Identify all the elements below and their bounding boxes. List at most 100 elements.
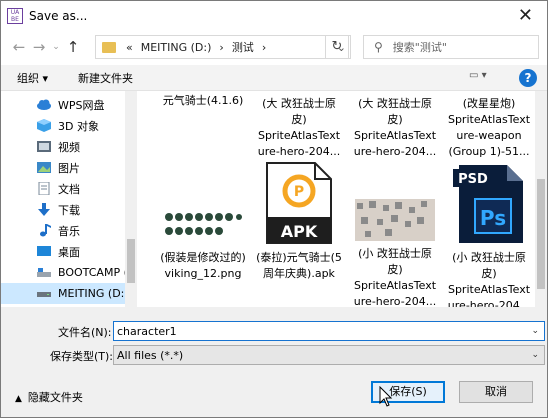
chevron-up-icon: ▲: [15, 394, 22, 404]
search-icon: ⚲: [374, 40, 383, 54]
filetype-select[interactable]: All files (*.*) ⌄: [113, 345, 545, 365]
sidebar-item-label: 视频: [58, 140, 80, 154]
sidebar-item-pictures[interactable]: 图片: [1, 157, 127, 178]
help-icon[interactable]: ?: [519, 69, 537, 87]
file-item[interactable]: (改星星炮) SpriteAtlasText ure-weapon (Group…: [443, 96, 535, 160]
file-item[interactable]: (假装是修改过的) viking_12.png: [157, 209, 249, 282]
address-bar[interactable]: « MEITING (D:) › 测试 › ⌄: [95, 35, 351, 59]
breadcrumb-separator[interactable]: ›: [219, 41, 223, 54]
sidebar-item-label: MEITING (D:): [58, 287, 125, 300]
file-name-line: (大 改狂战士原: [262, 97, 336, 110]
search-placeholder[interactable]: 搜索"测试": [393, 39, 447, 55]
sprite-atlas-thumbnail-icon: [355, 199, 435, 241]
sidebar-item-meiting-drive[interactable]: MEITING (D:): [1, 283, 125, 304]
up-arrow-icon[interactable]: ↑: [63, 38, 83, 56]
drive-icon: [37, 292, 51, 297]
close-button[interactable]: ✕: [518, 5, 533, 26]
file-list-scrollbar[interactable]: [535, 91, 547, 307]
save-as-dialog: UA BE Save as... ✕ ← → ⌄ ↑ « MEITING (D:…: [0, 0, 548, 418]
svg-text:P: P: [294, 184, 304, 200]
video-icon: [37, 141, 51, 152]
sidebar-item-label: 图片: [58, 161, 80, 175]
scrollbar-thumb[interactable]: [127, 239, 135, 283]
file-name-line: viking_12.png: [164, 267, 242, 280]
desktop-icon: [37, 246, 51, 256]
sidebar-item-label: 下载: [58, 203, 80, 217]
sidebar-item-label: WPS网盘: [58, 98, 105, 112]
file-name-line: SpriteAtlasText: [257, 129, 341, 142]
sidebar-item-3d-objects[interactable]: 3D 对象: [1, 115, 127, 136]
breadcrumb-prefix[interactable]: «: [126, 41, 133, 54]
download-arrow-icon: [38, 203, 50, 216]
file-name-line: (改星星炮): [462, 97, 516, 110]
file-name-line: 皮): [387, 113, 403, 126]
refresh-icon[interactable]: ↻: [325, 35, 349, 59]
breadcrumb-folder[interactable]: 测试: [232, 39, 254, 55]
hide-folders-toggle[interactable]: ▲ 隐藏文件夹: [15, 389, 83, 405]
mouse-cursor-icon: [379, 386, 393, 407]
filetype-value[interactable]: All files (*.*): [117, 349, 183, 362]
sidebar-scrollbar[interactable]: [125, 91, 137, 307]
cube-icon: [37, 119, 51, 132]
file-name-line: SpriteAtlasText: [447, 283, 531, 296]
sidebar-item-downloads[interactable]: 下载: [1, 199, 127, 220]
filename-label: 文件名(N):: [58, 326, 112, 339]
sidebar-item-desktop[interactable]: 桌面: [1, 241, 127, 262]
filename-value[interactable]: character1: [117, 325, 177, 338]
file-name-line: SpriteAtlasText: [447, 113, 531, 126]
sidebar-item-documents[interactable]: 文档: [1, 178, 127, 199]
sidebar-item-label: 文档: [58, 182, 80, 196]
file-name-line: 皮): [481, 267, 497, 280]
drive-icon: [37, 268, 51, 277]
file-item[interactable]: (大 改狂战士原 皮) SpriteAtlasText ure-hero-204…: [349, 96, 441, 160]
file-name-line: (假装是修改过的): [160, 251, 246, 264]
file-item[interactable]: 元气骑士(4.1.6): [157, 93, 249, 109]
sidebar-item-label: 3D 对象: [58, 119, 99, 133]
sidebar-item-videos[interactable]: 视频: [1, 136, 127, 157]
file-item[interactable]: (大 改狂战士原 皮) SpriteAtlasText ure-hero-204…: [253, 96, 345, 160]
new-folder-button[interactable]: 新建文件夹: [78, 70, 133, 86]
search-box[interactable]: ⚲ 搜索"测试": [363, 35, 539, 59]
file-name-line: SpriteAtlasText: [353, 129, 437, 142]
file-name-line: ure-hero-204...: [353, 295, 437, 307]
navigation-pane: WPS网盘 3D 对象 视频 图片 文档 下载 音乐 桌面 BOOTCAMP (…: [1, 91, 137, 307]
forward-arrow-icon[interactable]: →: [29, 38, 49, 56]
sidebar-item-label: BOOTCAMP (: [58, 266, 127, 279]
file-name-line: SpriteAtlasText: [353, 279, 437, 292]
documents-icon: [38, 182, 50, 195]
svg-text:Ps: Ps: [480, 206, 506, 230]
recent-locations-icon[interactable]: ⌄: [49, 42, 63, 52]
scrollbar-thumb[interactable]: [537, 179, 545, 289]
cancel-button[interactable]: 取消: [459, 381, 533, 403]
organize-menu[interactable]: 组织 ▾: [17, 70, 48, 86]
file-item[interactable]: P APK (泰拉)元气骑士(5 周年庆典).apk: [253, 161, 345, 282]
file-name-line: (Group 1)-51...: [448, 145, 530, 158]
file-name-line: (小 改狂战士原: [358, 247, 432, 260]
navigation-bar: ← → ⌄ ↑ « MEITING (D:) › 测试 › ⌄ ↻ ⚲ 搜索"测…: [1, 31, 547, 63]
filetype-label: 保存类型(T):: [50, 350, 114, 363]
sidebar-item-bootcamp[interactable]: BOOTCAMP (: [1, 262, 127, 283]
file-name-line: (大 改狂战士原: [358, 97, 432, 110]
svg-text:PSD: PSD: [458, 172, 488, 187]
folder-icon: [102, 41, 116, 53]
chevron-down-icon[interactable]: ⌄: [531, 350, 539, 360]
file-name-line: (泰拉)元气骑士(5: [256, 251, 342, 264]
title-bar: UA BE Save as... ✕: [1, 1, 547, 31]
sidebar-item-label: 桌面: [58, 245, 80, 259]
svg-text:APK: APK: [281, 222, 318, 241]
view-options-icon[interactable]: ▭ ▾: [469, 70, 497, 86]
sidebar-item-music[interactable]: 音乐: [1, 220, 127, 241]
file-name-line: 皮): [387, 263, 403, 276]
hide-folders-label: 隐藏文件夹: [27, 391, 83, 404]
file-item[interactable]: PSD Ps (小 改狂战士原 皮) SpriteAtlasText ure-h…: [443, 163, 535, 307]
file-item[interactable]: (小 改狂战士原 皮) SpriteAtlasText ure-hero-204…: [349, 199, 441, 307]
filename-input[interactable]: character1 ⌄: [113, 321, 545, 341]
back-arrow-icon[interactable]: ←: [9, 38, 29, 56]
psd-file-icon: PSD Ps: [453, 165, 523, 243]
chevron-down-icon[interactable]: ⌄: [531, 326, 539, 336]
command-bar: 组织 ▾ 新建文件夹 ▭ ▾ ?: [1, 65, 547, 91]
breadcrumb-separator[interactable]: ›: [262, 41, 266, 54]
breadcrumb-drive[interactable]: MEITING (D:): [141, 41, 212, 54]
sidebar-item-wps[interactable]: WPS网盘: [1, 94, 127, 115]
file-list: 元气骑士(4.1.6) (大 改狂战士原 皮) SpriteAtlasText …: [137, 91, 535, 307]
